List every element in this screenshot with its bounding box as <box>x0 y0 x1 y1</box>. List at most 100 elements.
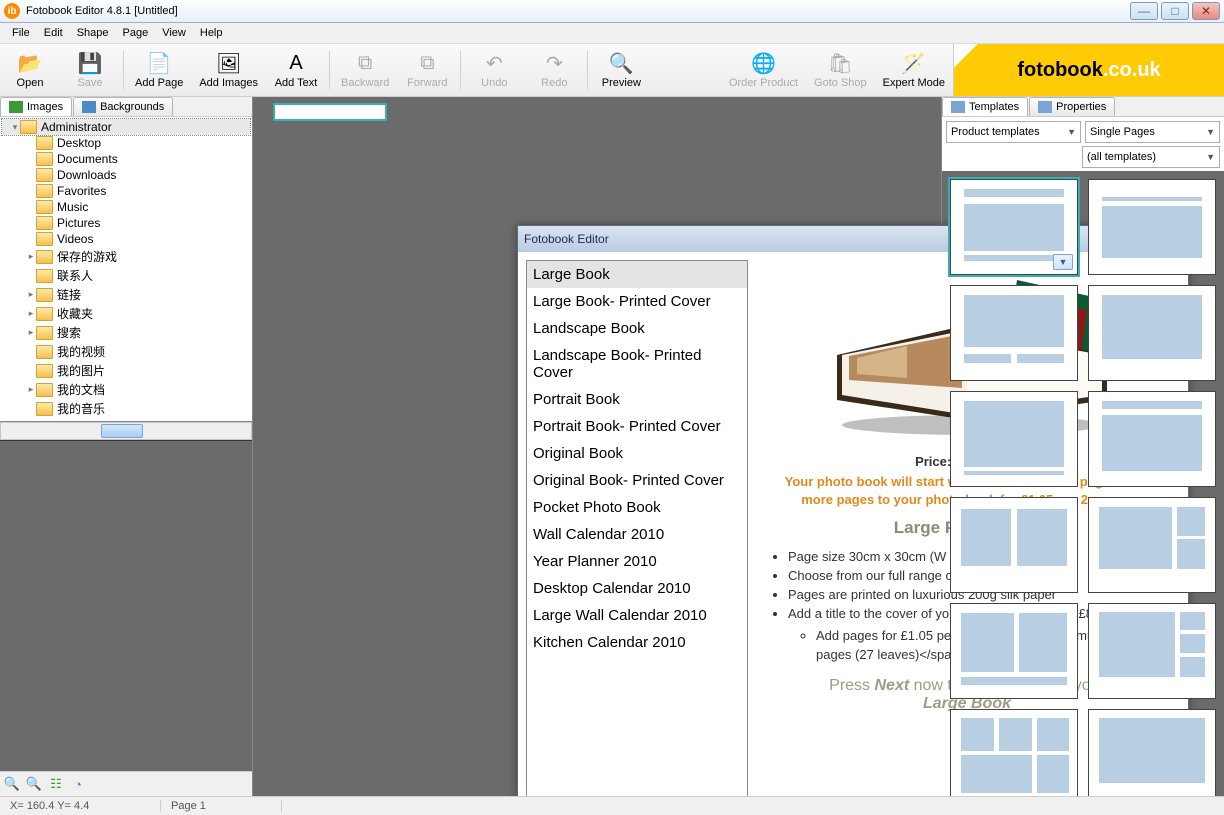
product-list-item[interactable]: Large Book- Printed Cover <box>527 288 747 315</box>
left-panel: ImagesBackgrounds ▾AdministratorDesktopD… <box>0 97 253 796</box>
folder-tree[interactable]: ▾AdministratorDesktopDocumentsDownloadsF… <box>0 117 252 422</box>
maximize-button[interactable]: □ <box>1161 2 1189 20</box>
menu-item-help[interactable]: Help <box>194 25 229 41</box>
toolbar-save-button: 💾Save <box>60 44 120 96</box>
tab-properties[interactable]: Properties <box>1029 97 1115 116</box>
tree-item[interactable]: ▸我的文档 <box>2 380 250 399</box>
horizontal-scrollbar[interactable] <box>0 422 252 440</box>
left-bottom-toolbar: 🔍 🔍 ☷ ◔ <box>0 771 252 796</box>
product-list[interactable]: Large BookLarge Book- Printed CoverLands… <box>526 260 748 796</box>
toolbar-add-text-button[interactable]: AAdd Text <box>266 44 326 96</box>
toolbar-forward-button: ⧉Forward <box>397 44 457 96</box>
template-thumb[interactable] <box>1088 391 1216 487</box>
menu-item-shape[interactable]: Shape <box>71 25 115 41</box>
zoom-in-icon[interactable]: 🔍 <box>26 776 42 792</box>
toolbar-open-button[interactable]: 📂Open <box>0 44 60 96</box>
menu-item-page[interactable]: Page <box>117 25 155 41</box>
tree-item[interactable]: ▸保存的游戏 <box>2 247 250 266</box>
template-filter-combo[interactable]: (all templates)▼ <box>1082 146 1220 168</box>
tree-item[interactable]: Pictures <box>2 215 250 231</box>
redo-icon: ↷ <box>542 51 566 75</box>
image-preview-area <box>0 440 252 771</box>
template-thumb[interactable] <box>1088 179 1216 275</box>
product-list-item[interactable]: Large Book <box>527 261 747 288</box>
toolbar-add-page-button[interactable]: 📄Add Page <box>127 44 191 96</box>
product-list-item[interactable]: Pocket Photo Book <box>527 494 747 521</box>
close-button[interactable]: ✕ <box>1192 2 1220 20</box>
save-icon: 💾 <box>78 51 102 75</box>
main-toolbar: 📂Open💾Save📄Add Page🖼Add ImagesAAdd Text ⧉… <box>0 44 1224 97</box>
template-thumb[interactable] <box>950 603 1078 699</box>
tree-item[interactable]: ▾Administrator <box>2 119 250 135</box>
tree-item[interactable]: 我的音乐 <box>2 399 250 418</box>
status-bar: X= 160.4 Y= 4.4 Page 1 <box>0 796 1224 815</box>
title-bar: ib Fotobook Editor 4.8.1 [Untitled] — □ … <box>0 0 1224 23</box>
minimize-button[interactable]: — <box>1130 2 1158 20</box>
forward-icon: ⧉ <box>415 51 439 75</box>
app-icon: ib <box>4 3 20 19</box>
menu-item-file[interactable]: File <box>6 25 36 41</box>
product-list-item[interactable]: Landscape Book <box>527 315 747 342</box>
toolbar-goto-shop-button: 🛍Goto Shop <box>806 44 875 96</box>
tab-templates[interactable]: Templates <box>942 97 1028 116</box>
toolbar-add-images-button[interactable]: 🖼Add Images <box>191 44 266 96</box>
product-list-item[interactable]: Landscape Book- Printed Cover <box>527 342 747 386</box>
template-thumb[interactable] <box>950 497 1078 593</box>
toolbar-preview-button[interactable]: 🔍Preview <box>591 44 651 96</box>
add-text-icon: A <box>284 51 308 75</box>
tree-view-icon[interactable]: ☷ <box>48 776 64 792</box>
product-list-item[interactable]: Wall Calendar 2010 <box>527 521 747 548</box>
right-tabs: TemplatesProperties <box>942 97 1224 117</box>
tree-item[interactable]: 我的视频 <box>2 342 250 361</box>
status-page: Page 1 <box>161 800 282 812</box>
template-thumb[interactable] <box>1088 285 1216 381</box>
product-list-item[interactable]: Large Wall Calendar 2010 <box>527 602 747 629</box>
template-thumb[interactable] <box>1088 497 1216 593</box>
left-tabs: ImagesBackgrounds <box>0 97 252 117</box>
template-category-combo[interactable]: Product templates▼ <box>946 121 1081 143</box>
tree-item[interactable]: Videos <box>2 231 250 247</box>
tree-item[interactable]: Downloads <box>2 167 250 183</box>
preview-icon: 🔍 <box>609 51 633 75</box>
order-product-icon: 🌐 <box>751 51 775 75</box>
tree-item[interactable]: ▸收藏夹 <box>2 304 250 323</box>
product-list-item[interactable]: Portrait Book- Printed Cover <box>527 413 747 440</box>
menu-item-edit[interactable]: Edit <box>38 25 69 41</box>
tab-images[interactable]: Images <box>0 97 72 116</box>
menu-bar: FileEditShapePageViewHelp <box>0 23 1224 44</box>
page-type-combo[interactable]: Single Pages▼ <box>1085 121 1220 143</box>
tree-item[interactable]: Documents <box>2 151 250 167</box>
template-thumb[interactable] <box>950 709 1078 796</box>
expert-mode-icon: 🪄 <box>902 51 926 75</box>
tree-item[interactable]: Favorites <box>2 183 250 199</box>
template-thumb[interactable]: ▼ <box>950 179 1078 275</box>
tree-item[interactable]: Music <box>2 199 250 215</box>
template-thumb[interactable] <box>1088 603 1216 699</box>
tree-item[interactable]: 联系人 <box>2 266 250 285</box>
tree-item[interactable]: Desktop <box>2 135 250 151</box>
refresh-icon[interactable]: ◔ <box>70 776 86 792</box>
scrollbar-thumb[interactable] <box>101 424 143 438</box>
template-thumb[interactable] <box>950 391 1078 487</box>
canvas-area: Fotobook Editor X Large BookLarge Book- … <box>253 97 941 796</box>
template-thumb[interactable] <box>1088 709 1216 796</box>
chevron-down-icon[interactable]: ▼ <box>1053 254 1073 270</box>
open-icon: 📂 <box>18 51 42 75</box>
tree-item[interactable]: ▸链接 <box>2 285 250 304</box>
product-list-item[interactable]: Year Planner 2010 <box>527 548 747 575</box>
product-list-item[interactable]: Original Book- Printed Cover <box>527 467 747 494</box>
tree-item[interactable]: 我的图片 <box>2 361 250 380</box>
tree-item[interactable]: ▸搜索 <box>2 323 250 342</box>
backward-icon: ⧉ <box>353 51 377 75</box>
tab-backgrounds[interactable]: Backgrounds <box>73 97 173 116</box>
canvas-page-thumb[interactable] <box>273 103 387 121</box>
toolbar-expert-mode-button[interactable]: 🪄Expert Mode <box>875 44 953 96</box>
product-list-item[interactable]: Original Book <box>527 440 747 467</box>
product-list-item[interactable]: Kitchen Calendar 2010 <box>527 629 747 656</box>
template-thumb[interactable] <box>950 285 1078 381</box>
product-list-item[interactable]: Portrait Book <box>527 386 747 413</box>
add-page-icon: 📄 <box>147 51 171 75</box>
zoom-out-icon[interactable]: 🔍 <box>4 776 20 792</box>
menu-item-view[interactable]: View <box>156 25 192 41</box>
product-list-item[interactable]: Desktop Calendar 2010 <box>527 575 747 602</box>
